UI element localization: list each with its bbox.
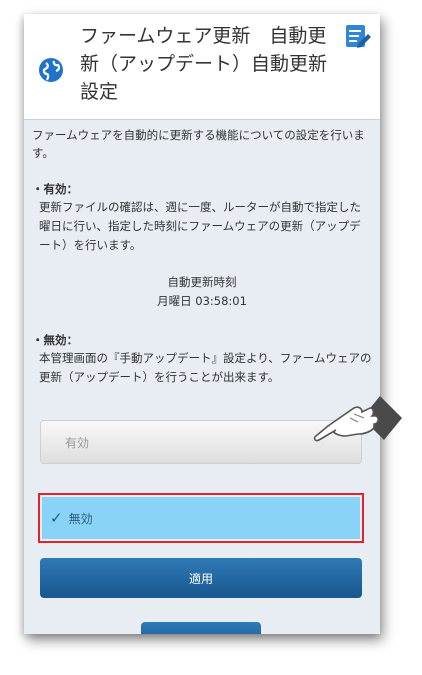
enabled-heading: ・有効：: [32, 182, 78, 196]
apply-button-label: 適用: [188, 571, 213, 586]
intro-text: ファームウェアを自動的に更新する機能についての設定を行います。: [32, 128, 365, 160]
content-area: ファームウェアを自動的に更新する機能についての設定を行います。 ・有効： 更新フ…: [32, 126, 372, 387]
option-disabled[interactable]: ✓ 無効: [42, 497, 360, 539]
phone-screen: ファームウェア更新 自動更新（アップデート）自動更新設定 ファームウェアを自動的…: [24, 14, 380, 634]
option-disabled-label: 無効: [68, 511, 93, 526]
option-enabled-label: 有効: [65, 435, 90, 450]
auto-update-time-value: 月曜日 03:58:01: [157, 294, 247, 308]
apply-button[interactable]: 適用: [40, 558, 362, 598]
page-title: ファームウェア更新 自動更新（アップデート）自動更新設定: [80, 25, 328, 103]
auto-update-time-label: 自動更新時刻: [167, 275, 237, 289]
option-disabled-highlight: ✓ 無効: [38, 493, 364, 543]
disabled-heading: ・無効：: [32, 333, 78, 347]
pointing-hand-icon: [313, 396, 402, 442]
globe-icon: [39, 58, 63, 82]
secondary-button[interactable]: [141, 622, 261, 634]
enabled-description: 更新ファイルの確認は、週に一度、ルーターが自動で指定した曜日に行い、指定した時刻…: [39, 200, 361, 252]
check-icon: ✓: [50, 509, 63, 527]
page-header: ファームウェア更新 自動更新（アップデート）自動更新設定: [24, 14, 380, 120]
edit-list-icon[interactable]: [344, 22, 372, 50]
